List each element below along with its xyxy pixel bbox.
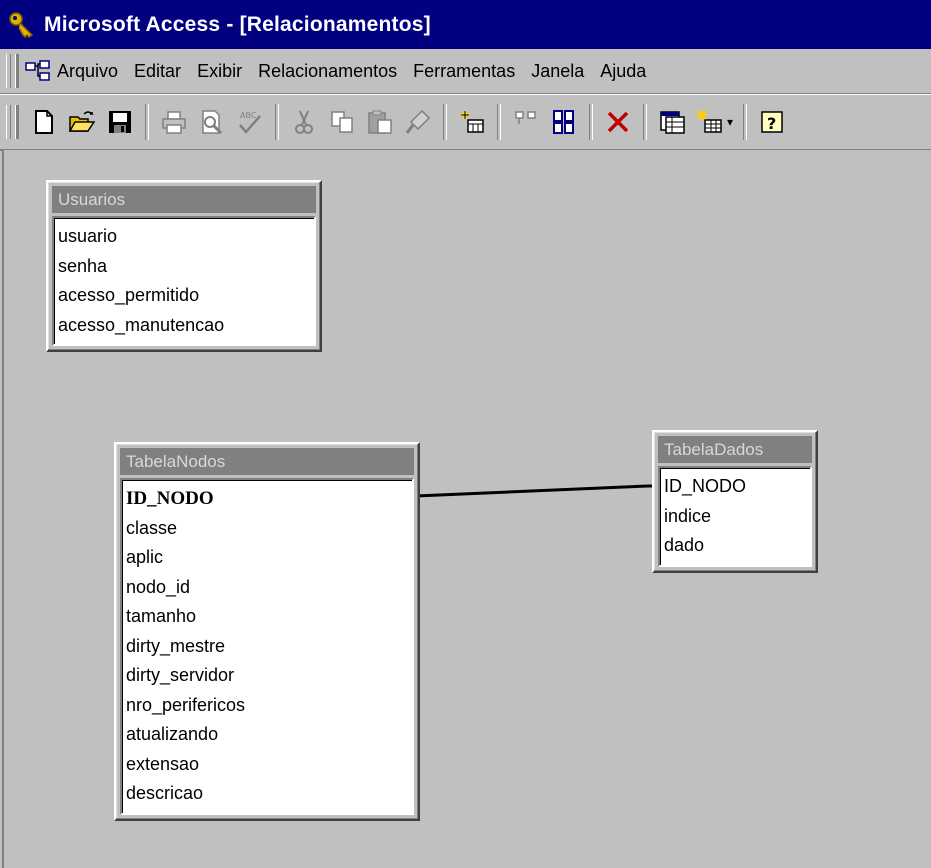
toolbar-separator	[443, 104, 447, 140]
new-button[interactable]	[27, 105, 61, 139]
table-window-tabelanodos[interactable]: TabelaNodos ID_NODO classe aplic nodo_id…	[114, 442, 420, 821]
menu-exibir[interactable]: Exibir	[197, 61, 242, 82]
table-caption[interactable]: TabelaNodos	[120, 448, 414, 475]
save-button[interactable]	[103, 105, 137, 139]
svg-text:ABC: ABC	[240, 111, 257, 120]
database-window-icon	[660, 111, 685, 134]
spelling-icon: ABC	[239, 111, 261, 134]
new-object-button[interactable]	[693, 105, 727, 139]
field-item[interactable]: extensao	[126, 750, 408, 780]
table-window-usuarios[interactable]: Usuarios usuario senha acesso_permitido …	[46, 180, 322, 352]
cut-button[interactable]	[287, 105, 321, 139]
show-all-icon	[553, 110, 574, 134]
toolbar: ABC ▾ ?	[0, 94, 931, 151]
menu-bar-grip[interactable]	[6, 54, 11, 88]
field-item[interactable]: senha	[58, 252, 310, 282]
field-item[interactable]: ID_NODO	[664, 472, 806, 502]
svg-text:?: ?	[767, 114, 776, 133]
copy-icon	[331, 111, 353, 133]
format-painter-icon	[405, 109, 431, 134]
open-button[interactable]	[65, 105, 99, 139]
field-item[interactable]: acesso_permitido	[58, 281, 310, 311]
field-list: ID_NODO classe aplic nodo_id tamanho dir…	[120, 478, 414, 815]
show-all-button[interactable]	[547, 105, 581, 139]
help-icon: ?	[761, 111, 783, 133]
menu-arquivo[interactable]: Arquivo	[57, 61, 118, 82]
field-item[interactable]: descricao	[126, 779, 408, 809]
new-object-dropdown-icon[interactable]: ▾	[727, 115, 733, 129]
field-item[interactable]: usuario	[58, 222, 310, 252]
database-window-button[interactable]	[655, 105, 689, 139]
new-object-icon	[697, 110, 722, 133]
print-button[interactable]	[157, 105, 191, 139]
toolbar-separator	[275, 104, 279, 140]
table-window-tabeladados[interactable]: TabelaDados ID_NODO indice dado	[652, 430, 818, 573]
field-item[interactable]: nro_perifericos	[126, 691, 408, 721]
menu-janela[interactable]: Janela	[531, 61, 584, 82]
field-item[interactable]: indice	[664, 502, 806, 532]
field-item[interactable]: nodo_id	[126, 573, 408, 603]
toolbar-separator	[743, 104, 748, 140]
field-list: usuario senha acesso_permitido acesso_ma…	[52, 216, 316, 346]
new-icon	[35, 110, 53, 134]
access-window: Microsoft Access - [Relacionamentos] Arq…	[0, 0, 931, 868]
field-item[interactable]: dado	[664, 531, 806, 561]
save-icon	[109, 111, 131, 133]
delete-button[interactable]	[601, 105, 635, 139]
window-title: Microsoft Access - [Relacionamentos]	[44, 12, 431, 36]
field-item[interactable]: dirty_mestre	[126, 632, 408, 662]
format-painter-button[interactable]	[401, 105, 435, 139]
menu-editar[interactable]: Editar	[134, 61, 181, 82]
table-caption[interactable]: Usuarios	[52, 186, 316, 213]
title-bar[interactable]: Microsoft Access - [Relacionamentos]	[0, 0, 931, 49]
paste-button[interactable]	[363, 105, 397, 139]
table-caption[interactable]: TabelaDados	[658, 436, 812, 463]
primary-key-field[interactable]: ID_NODO	[126, 484, 408, 514]
field-list: ID_NODO indice dado	[658, 466, 812, 567]
relationships-doc-icon[interactable]	[25, 60, 51, 82]
toolbar-separator	[497, 104, 501, 140]
open-icon	[68, 111, 96, 132]
print-preview-button[interactable]	[195, 105, 229, 139]
field-item[interactable]: dirty_servidor	[126, 661, 408, 691]
print-icon	[162, 111, 186, 134]
toolbar-separator	[589, 104, 593, 140]
show-direct-icon	[515, 111, 536, 124]
menu-relacionamentos[interactable]: Relacionamentos	[258, 61, 397, 82]
spelling-button[interactable]: ABC	[233, 105, 267, 139]
menu-ajuda[interactable]: Ajuda	[600, 61, 646, 82]
toolbar-separator	[643, 104, 647, 140]
show-direct-button[interactable]	[509, 105, 543, 139]
field-item[interactable]: tamanho	[126, 602, 408, 632]
delete-icon	[607, 111, 629, 133]
toolbar-separator	[145, 104, 149, 140]
show-table-button[interactable]	[455, 105, 489, 139]
toolbar-grip[interactable]	[6, 105, 11, 139]
show-table-icon	[461, 111, 484, 133]
print-preview-icon	[202, 110, 223, 135]
field-item[interactable]: classe	[126, 514, 408, 544]
copy-button[interactable]	[325, 105, 359, 139]
field-item[interactable]: atualizando	[126, 720, 408, 750]
cut-icon	[295, 110, 313, 134]
menu-bar: Arquivo Editar Exibir Relacionamentos Fe…	[0, 49, 931, 94]
help-button[interactable]: ?	[755, 105, 789, 139]
paste-icon	[368, 110, 392, 134]
field-item[interactable]: acesso_manutencao	[58, 311, 310, 341]
access-key-icon	[9, 11, 34, 38]
field-item[interactable]: aplic	[126, 543, 408, 573]
menu-ferramentas[interactable]: Ferramentas	[413, 61, 515, 82]
